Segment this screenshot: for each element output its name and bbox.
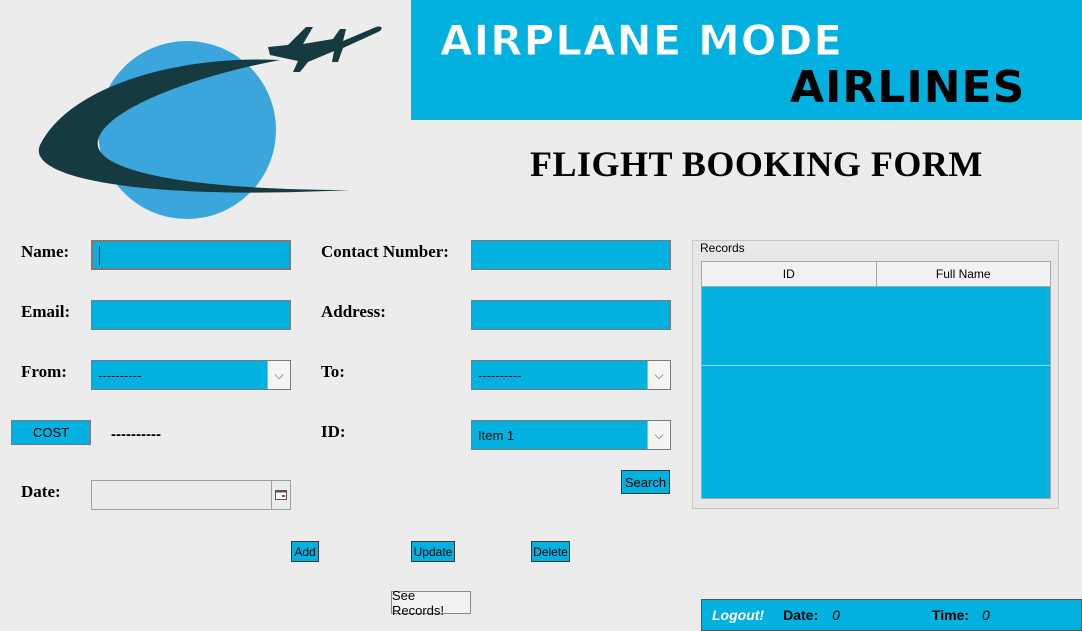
records-table-header: ID Full Name	[702, 262, 1050, 287]
to-label: To:	[321, 362, 345, 381]
table-row[interactable]	[702, 287, 1050, 366]
add-button[interactable]: Add	[291, 541, 319, 562]
airplane-icon	[268, 26, 382, 72]
airline-logo	[38, 26, 382, 219]
date-label: Date:	[21, 482, 61, 501]
text-cursor	[99, 246, 100, 266]
address-label: Address:	[321, 302, 386, 321]
chevron-down-icon[interactable]: ⌵	[647, 421, 670, 449]
name-field[interactable]	[91, 240, 291, 270]
brand-title-line2: AIRLINES	[790, 62, 1026, 113]
to-select[interactable]: ---------- ⌵	[471, 360, 671, 390]
address-field[interactable]	[471, 300, 671, 330]
from-label: From:	[21, 362, 67, 381]
contact-field[interactable]	[471, 240, 671, 270]
calendar-icon[interactable]	[271, 481, 290, 509]
chevron-down-icon[interactable]: ⌵	[267, 361, 290, 389]
time-status-value: 0	[982, 607, 990, 623]
from-select[interactable]: ---------- ⌵	[91, 360, 291, 390]
date-status-value: 0	[832, 607, 840, 623]
email-label: Email:	[21, 302, 71, 321]
id-select[interactable]: Item 1 ⌵	[471, 420, 671, 450]
delete-button[interactable]: Delete	[531, 541, 570, 562]
column-header-full-name[interactable]: Full Name	[875, 262, 1051, 286]
cost-button[interactable]: COST	[11, 420, 91, 445]
see-records-button[interactable]: See Records!	[391, 588, 471, 618]
id-label: ID:	[321, 422, 346, 441]
records-table[interactable]: ID Full Name	[701, 261, 1051, 499]
time-status-label: Time:	[931, 607, 969, 623]
logout-link[interactable]: Logout!	[712, 607, 764, 623]
id-selected-value: Item 1	[478, 427, 515, 443]
records-title: Records	[698, 241, 747, 255]
column-header-id[interactable]: ID	[702, 262, 876, 286]
search-button[interactable]: Search	[621, 470, 670, 494]
contact-label: Contact Number:	[321, 242, 449, 261]
chevron-down-icon[interactable]: ⌵	[647, 361, 670, 389]
date-field[interactable]	[91, 480, 291, 510]
page-title: FLIGHT BOOKING FORM	[530, 144, 983, 184]
email-field[interactable]	[91, 300, 291, 330]
brand-title-line1: AIRPLANE MODE	[439, 16, 844, 66]
cost-value: ----------	[111, 426, 161, 443]
date-status-label: Date:	[783, 607, 819, 623]
from-selected-value: ----------	[98, 367, 142, 383]
name-label: Name:	[21, 242, 70, 261]
update-button[interactable]: Update	[411, 541, 455, 562]
status-bar: Logout! Date: 0 Time: 0	[701, 599, 1082, 631]
to-selected-value: ----------	[478, 367, 522, 383]
